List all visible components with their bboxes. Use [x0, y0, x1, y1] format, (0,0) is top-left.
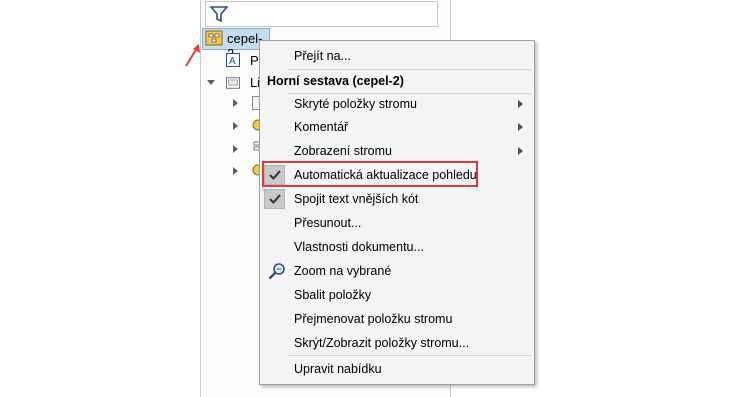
- chevron-right-icon: [518, 100, 523, 108]
- menu-item-tree-display[interactable]: Zobrazení stromu: [261, 140, 533, 162]
- chevron-right-icon: [518, 123, 523, 131]
- tree-filter-field[interactable]: [205, 1, 438, 27]
- menu-item-label: Zoom na vybrané: [294, 264, 392, 278]
- expand-toggle[interactable]: [233, 145, 238, 153]
- menu-item-label: Skrýt/Zobrazit položky stromu...: [294, 336, 470, 350]
- menu-item-hidden-tree-items[interactable]: Skryté položky stromu: [261, 93, 533, 115]
- menu-item-label: Spojit text vnějších kót: [294, 192, 419, 206]
- expand-toggle[interactable]: [233, 122, 238, 130]
- menu-item-move[interactable]: Přesunout...: [261, 212, 533, 234]
- zoom-icon: [268, 263, 285, 280]
- menu-separator: [288, 355, 531, 356]
- menu-item-label: Sbalit položky: [294, 288, 372, 302]
- menu-item-rename-tree-item[interactable]: Přejmenovat položku stromu: [261, 308, 533, 330]
- menu-item-collapse-items[interactable]: Sbalit položky: [261, 284, 533, 306]
- menu-item-label: Komentář: [294, 120, 349, 134]
- menu-item-label: Skryté položky stromu: [294, 97, 417, 111]
- folder-icon: [226, 77, 240, 89]
- tree-item-label: P: [250, 53, 259, 68]
- menu-item-label: Vlastnosti dokumentu...: [294, 240, 424, 254]
- menu-item-label: Upravit nabídku: [294, 362, 382, 376]
- menu-item-customize-menu[interactable]: Upravit nabídku: [261, 358, 533, 380]
- expand-toggle[interactable]: [207, 80, 215, 85]
- expand-toggle[interactable]: [233, 99, 238, 107]
- context-menu: Přejít na... Horní sestava (cepel-2) Skr…: [259, 40, 535, 385]
- check-icon: [269, 194, 281, 204]
- expand-toggle[interactable]: [233, 167, 238, 175]
- menu-item-go-to[interactable]: Přejít na...: [261, 45, 533, 67]
- menu-item-label: Přesunout...: [294, 216, 362, 230]
- chevron-right-icon: [518, 147, 523, 155]
- checkmark-box: [264, 189, 285, 209]
- menu-item-document-properties[interactable]: Vlastnosti dokumentu...: [261, 236, 533, 258]
- menu-item-label: Zobrazení stromu: [294, 144, 392, 158]
- svg-text:A: A: [229, 56, 236, 67]
- filter-icon[interactable]: [210, 5, 228, 23]
- annotation-icon: A: [226, 53, 240, 67]
- menu-item-label: Přejít na...: [294, 49, 351, 63]
- menu-item-zoom-to-selection[interactable]: Zoom na vybrané: [261, 260, 533, 282]
- annotation-highlight-box: [262, 161, 478, 187]
- menu-item-hide-show-tree-items[interactable]: Skrýt/Zobrazit položky stromu...: [261, 332, 533, 354]
- menu-header-label: Horní sestava (cepel-2): [267, 74, 404, 88]
- menu-header-top-assembly: Horní sestava (cepel-2): [261, 70, 533, 92]
- menu-item-join-outer-dimension-text[interactable]: Spojit text vnějších kót: [261, 188, 533, 210]
- menu-item-label: Přejmenovat položku stromu: [294, 312, 453, 326]
- annotation-arrow-icon: [185, 44, 200, 67]
- menu-item-comment[interactable]: Komentář: [261, 116, 533, 138]
- assembly-icon: [205, 30, 223, 46]
